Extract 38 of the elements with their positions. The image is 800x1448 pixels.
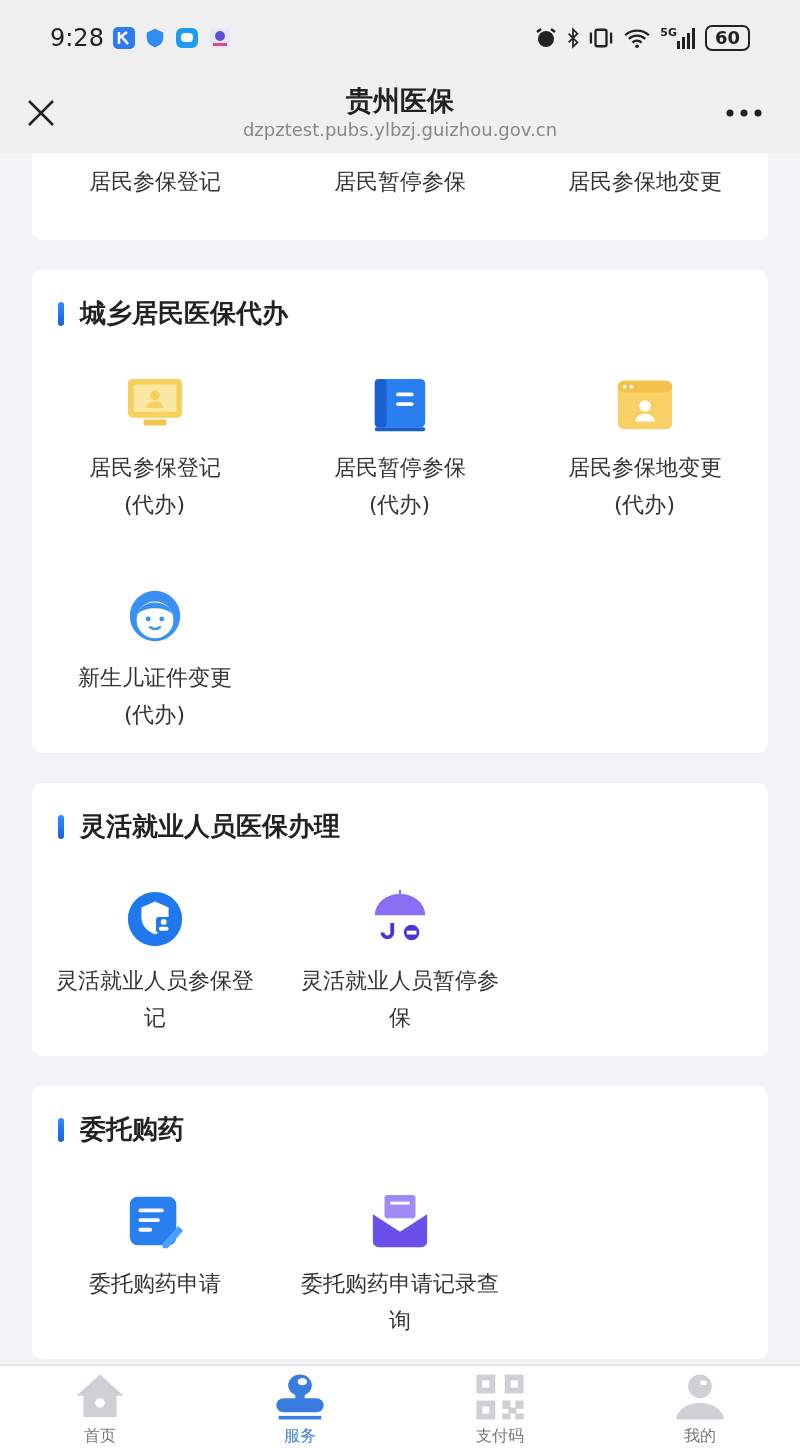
section-title: 灵活就业人员医保办理 — [80, 810, 340, 843]
more-icon[interactable] — [726, 109, 762, 117]
tab-item[interactable]: 首页 — [0, 1366, 200, 1448]
service-item[interactable]: 新生儿证件变更 (代办) — [32, 585, 277, 733]
stamp-icon — [274, 1372, 326, 1422]
service-item[interactable]: 委托购药申请记录查询 — [277, 1191, 522, 1339]
wifi-icon — [622, 27, 653, 49]
page-url: dzpztest.pubs.ylbzj.guizhou.gov.cn — [242, 117, 558, 142]
service-item[interactable]: 居民暂停参保 (代办) — [277, 375, 522, 523]
tab-item[interactable]: 我的 — [600, 1366, 800, 1448]
service-item[interactable]: 居民参保登记 (代办) — [32, 375, 277, 523]
person-icon — [674, 1372, 726, 1422]
battery-indicator: 60 — [704, 25, 750, 51]
service-item[interactable]: 灵活就业人员暂停参保 — [277, 888, 522, 1036]
qr-code-icon — [474, 1372, 526, 1422]
section-title: 城乡居民医保代办 — [80, 297, 288, 330]
accent-bar — [58, 301, 64, 326]
service-item[interactable]: 委托购药申请 — [32, 1191, 277, 1339]
service-item[interactable]: 居民暂停参保 — [277, 163, 522, 200]
bluetooth-icon — [566, 27, 581, 49]
page-title: 贵州医保 — [346, 86, 454, 116]
clock-time: 9:28 — [50, 23, 104, 54]
service-item[interactable]: 居民参保登记 — [32, 163, 277, 200]
tab-item[interactable]: 支付码 — [400, 1366, 600, 1448]
signal-icon — [676, 27, 697, 49]
network-label: 5G — [660, 27, 677, 38]
service-item[interactable]: 居民参保地变更 — [522, 163, 767, 200]
chat-icon — [173, 26, 200, 50]
tab-item[interactable]: 服务 — [200, 1366, 400, 1448]
accent-bar — [58, 814, 64, 839]
vibrate-icon — [588, 27, 615, 49]
app-icon — [111, 26, 136, 50]
section-title: 委托购药 — [80, 1113, 184, 1146]
app-icon — [207, 26, 232, 50]
close-icon[interactable] — [26, 98, 56, 128]
service-item[interactable]: 居民参保地变更 (代办) — [522, 375, 767, 523]
service-item[interactable]: 灵活就业人员参保登记 — [32, 888, 277, 1036]
accent-bar — [58, 1117, 64, 1142]
